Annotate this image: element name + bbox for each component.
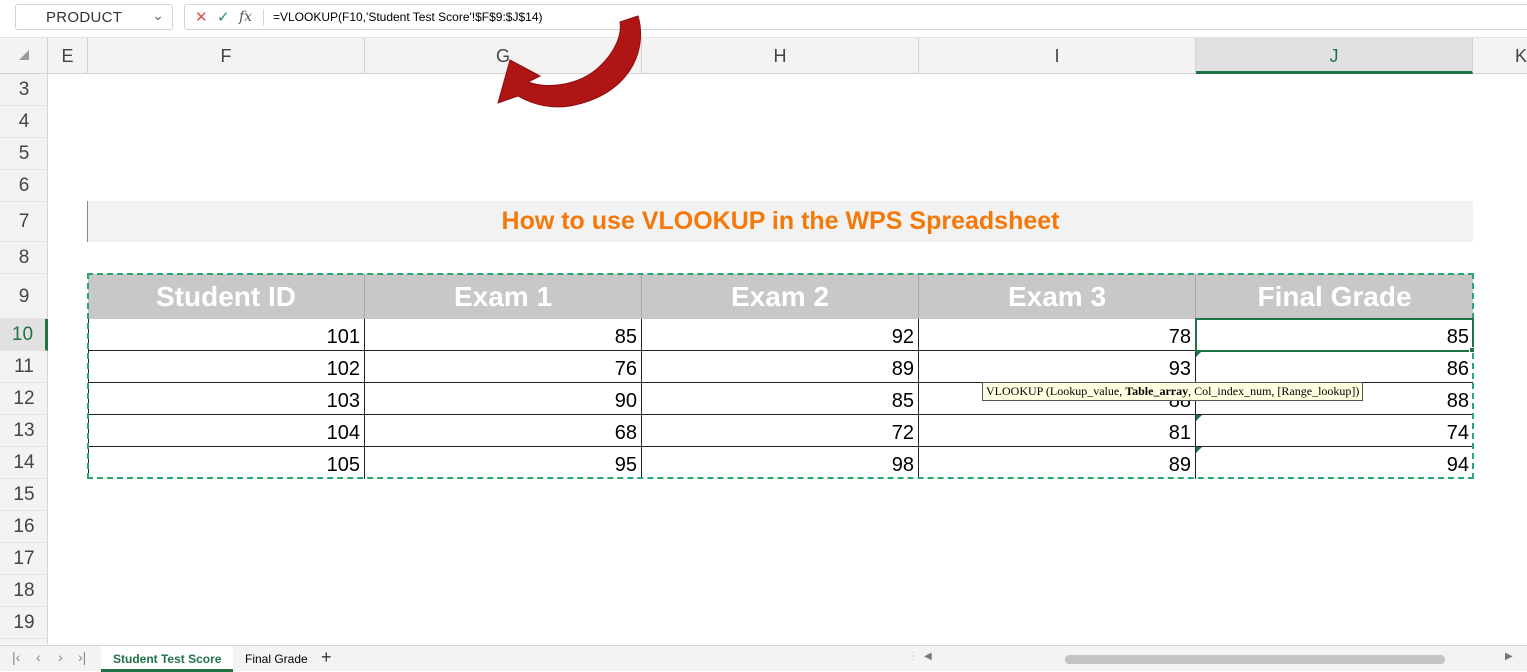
row-header-13[interactable]: 13 — [0, 415, 48, 447]
tab-student-test-score[interactable]: Student Test Score — [101, 646, 234, 672]
error-indicator-icon[interactable] — [1196, 447, 1202, 453]
cell-student-id[interactable]: 103 — [88, 383, 365, 415]
function-tooltip: VLOOKUP (Lookup_value, Table_array, Col_… — [982, 382, 1364, 401]
cell-exam-2[interactable]: 98 — [642, 447, 919, 479]
name-box[interactable]: PRODUCT ⌄ — [15, 4, 173, 30]
row-header-6[interactable]: 6 — [0, 170, 48, 202]
sheet-tab-bar: |‹ ‹ › ›| Student Test Score Final Grade… — [0, 645, 1527, 672]
cell-exam-1[interactable]: 95 — [365, 447, 642, 479]
cell-final-grade[interactable]: 94 — [1196, 447, 1473, 479]
sheet-title: How to use VLOOKUP in the WPS Spreadshee… — [501, 207, 1060, 235]
column-header-j[interactable]: J — [1196, 38, 1473, 74]
select-all-corner[interactable] — [0, 38, 48, 74]
row-header-11[interactable]: 11 — [0, 351, 48, 383]
first-sheet-icon[interactable]: |‹ — [12, 649, 20, 665]
row-header-15[interactable]: 15 — [0, 479, 48, 511]
check-icon[interactable]: ✓ — [217, 8, 230, 26]
row-header-16[interactable]: 16 — [0, 511, 48, 543]
next-sheet-icon[interactable]: › — [58, 649, 63, 665]
fill-handle[interactable] — [1469, 347, 1475, 353]
column-header-i[interactable]: I — [919, 38, 1196, 74]
header-student-id[interactable]: Student ID — [88, 274, 365, 319]
cell-final-grade[interactable]: 86 — [1196, 351, 1473, 383]
header-final-grade[interactable]: Final Grade — [1196, 274, 1473, 319]
cell-exam-2[interactable]: 92 — [642, 319, 919, 351]
cell-student-id[interactable]: 102 — [88, 351, 365, 383]
cell-exam-3[interactable]: 89 — [919, 447, 1196, 479]
cell-exam-1[interactable]: 68 — [365, 415, 642, 447]
scroll-right-icon[interactable]: ▶ — [1505, 651, 1513, 662]
cell-exam-2[interactable]: 72 — [642, 415, 919, 447]
header-exam-3[interactable]: Exam 3 — [919, 274, 1196, 319]
tooltip-current-arg: Table_array — [1125, 384, 1189, 398]
row-header-9[interactable]: 9 — [0, 274, 48, 319]
tab-final-grade[interactable]: Final Grade — [233, 646, 320, 672]
name-box-value: PRODUCT — [46, 9, 123, 26]
row-header-19[interactable]: 19 — [0, 607, 48, 639]
column-header-f[interactable]: F — [88, 38, 365, 74]
column-header-row: E F G H I J K — [0, 38, 1527, 74]
row-header-column: 3 4 5 6 7 8 9 10 11 12 13 14 15 16 17 18… — [0, 74, 48, 644]
row-header-7[interactable]: 7 — [0, 202, 48, 242]
cell-student-id[interactable]: 104 — [88, 415, 365, 447]
corner-triangle-icon — [19, 50, 29, 60]
header-exam-2[interactable]: Exam 2 — [642, 274, 919, 319]
row-header-12[interactable]: 12 — [0, 383, 48, 415]
error-indicator-icon[interactable] — [1196, 415, 1202, 421]
tooltip-prefix: VLOOKUP (Lookup_value, — [986, 384, 1126, 398]
row-header-10[interactable]: 10 — [0, 319, 48, 351]
cell-student-id[interactable]: 101 — [88, 319, 365, 351]
column-header-k[interactable]: K — [1473, 38, 1527, 74]
column-header-h[interactable]: H — [642, 38, 919, 74]
row-header-8[interactable]: 8 — [0, 242, 48, 274]
cell-final-grade[interactable]: 85 — [1196, 319, 1473, 351]
last-sheet-icon[interactable]: ›| — [78, 649, 86, 665]
error-indicator-icon[interactable] — [1196, 351, 1202, 357]
cell-exam-1[interactable]: 90 — [365, 383, 642, 415]
cell-exam-1[interactable]: 76 — [365, 351, 642, 383]
add-sheet-button[interactable]: + — [321, 647, 332, 668]
row-header-18[interactable]: 18 — [0, 575, 48, 607]
row-header-5[interactable]: 5 — [0, 138, 48, 170]
cell-exam-3[interactable]: 81 — [919, 415, 1196, 447]
formula-input-area[interactable]: ✕ ✓ fx =VLOOKUP(F10,'Student Test Score'… — [184, 4, 1527, 30]
prev-sheet-icon[interactable]: ‹ — [36, 649, 41, 665]
tooltip-suffix: , Col_index_num, [Range_lookup]) — [1188, 384, 1360, 398]
header-exam-1[interactable]: Exam 1 — [365, 274, 642, 319]
close-icon[interactable]: ✕ — [195, 8, 208, 26]
cell-final-grade[interactable]: 74 — [1196, 415, 1473, 447]
formula-separator — [263, 9, 264, 26]
horizontal-scrollbar-thumb[interactable] — [1065, 655, 1445, 664]
row-header-14[interactable]: 14 — [0, 447, 48, 479]
cell-student-id[interactable]: 105 — [88, 447, 365, 479]
column-header-e[interactable]: E — [48, 38, 88, 74]
tab-splitter-icon[interactable]: ⋮ — [908, 651, 918, 662]
row-header-17[interactable]: 17 — [0, 543, 48, 575]
row-header-3[interactable]: 3 — [0, 74, 48, 106]
cell-exam-3[interactable]: 78 — [919, 319, 1196, 351]
cell-exam-3[interactable]: 93 — [919, 351, 1196, 383]
title-cell[interactable]: How to use VLOOKUP in the WPS Spreadshee… — [87, 201, 1473, 242]
cell-exam-2[interactable]: 89 — [642, 351, 919, 383]
fx-icon[interactable]: fx — [239, 9, 252, 25]
formula-bar: PRODUCT ⌄ ✕ ✓ fx =VLOOKUP(F10,'Student T… — [0, 0, 1527, 38]
row-header-4[interactable]: 4 — [0, 106, 48, 138]
scroll-left-icon[interactable]: ◀ — [924, 651, 932, 662]
chevron-down-icon[interactable]: ⌄ — [152, 7, 164, 24]
cell-exam-2[interactable]: 85 — [642, 383, 919, 415]
cell-exam-1[interactable]: 85 — [365, 319, 642, 351]
curved-arrow-icon — [497, 15, 642, 108]
